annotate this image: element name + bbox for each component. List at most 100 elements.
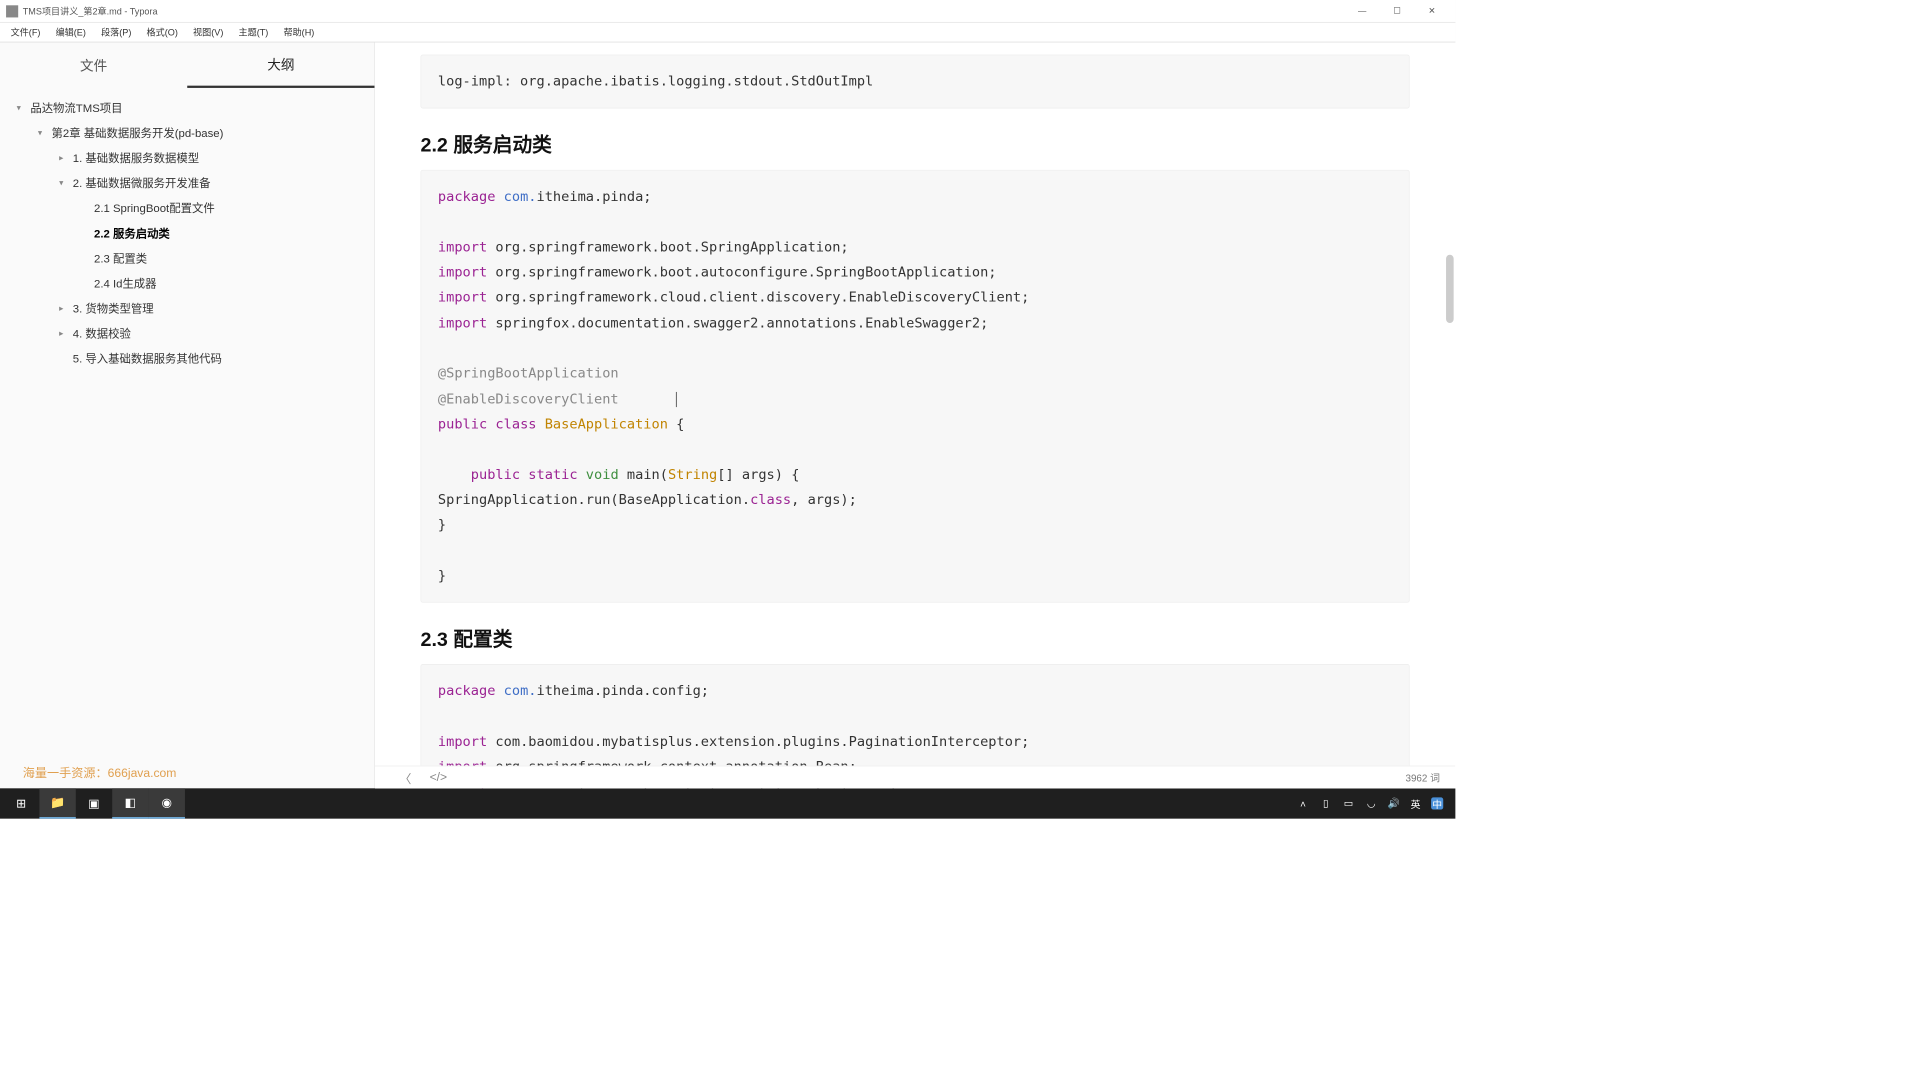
outline-label: 2.1 SpringBoot配置文件 bbox=[94, 200, 215, 216]
sidebar: 文件 大纲 ▾品达物流TMS项目 ▾第2章 基础数据服务开发(pd-base) … bbox=[0, 42, 375, 788]
menu-paragraph[interactable]: 段落(P) bbox=[93, 23, 138, 40]
code-text: SpringApplication.run(BaseApplication. bbox=[438, 492, 750, 508]
code-fragment-top[interactable]: log-impl: org.apache.ibatis.logging.stdo… bbox=[421, 55, 1410, 109]
pkg: com. bbox=[504, 189, 537, 205]
app-icon bbox=[6, 5, 18, 17]
outline-label: 第2章 基础数据服务开发(pd-base) bbox=[52, 125, 224, 141]
outline-s1[interactable]: ▸1. 基础数据服务数据模型 bbox=[0, 146, 374, 171]
menu-theme[interactable]: 主题(T) bbox=[231, 23, 276, 40]
kw-import: import bbox=[438, 315, 487, 331]
code-text: } bbox=[438, 568, 446, 584]
kw-import: import bbox=[438, 733, 487, 749]
task-app1[interactable]: ▣ bbox=[76, 788, 112, 818]
outline-s2-2[interactable]: 2.2 服务启动类 bbox=[0, 221, 374, 246]
text-cursor bbox=[676, 392, 677, 407]
tab-outline[interactable]: 大纲 bbox=[187, 42, 374, 87]
word-count[interactable]: 3962 词 bbox=[1406, 770, 1441, 784]
kw-class-lit: class bbox=[750, 492, 791, 508]
tray-battery-icon[interactable]: ▯ bbox=[1320, 797, 1332, 809]
code-text: org.springframework.boot.SpringApplicati… bbox=[487, 239, 848, 255]
tab-files[interactable]: 文件 bbox=[0, 42, 187, 87]
code-text: { bbox=[668, 416, 684, 432]
classname: BaseApplication bbox=[545, 416, 668, 432]
window-title: TMS项目讲义_第2章.md - Typora bbox=[23, 5, 1345, 18]
tray-ime-cn[interactable]: 中 bbox=[1431, 797, 1443, 809]
heading-2-3[interactable]: 2.3 配置类 bbox=[421, 624, 1410, 652]
outline-s2[interactable]: ▾2. 基础数据微服务开发准备 bbox=[0, 171, 374, 196]
chevron-down-icon: ▾ bbox=[59, 178, 70, 188]
annotation: @EnableDiscoveryClient bbox=[438, 391, 619, 407]
nav-back-button[interactable]: 〈 bbox=[390, 768, 420, 786]
menu-edit[interactable]: 编辑(E) bbox=[48, 23, 93, 40]
outline-s2-1[interactable]: 2.1 SpringBoot配置文件 bbox=[0, 196, 374, 221]
tray-chevron-icon[interactable]: ˄ bbox=[1297, 797, 1309, 809]
tray-volume-icon[interactable]: 🔊 bbox=[1388, 797, 1400, 809]
outline-label: 3. 货物类型管理 bbox=[73, 300, 154, 316]
outline-label: 1. 基础数据服务数据模型 bbox=[73, 150, 199, 166]
code-text: springfox.documentation.swagger2.annotat… bbox=[487, 315, 988, 331]
outline-label: 2. 基础数据微服务开发准备 bbox=[73, 175, 211, 191]
outline-s2-4[interactable]: 2.4 Id生成器 bbox=[0, 271, 374, 296]
outline-chapter[interactable]: ▾第2章 基础数据服务开发(pd-base) bbox=[0, 121, 374, 146]
menu-file[interactable]: 文件(F) bbox=[3, 23, 48, 40]
chevron-down-icon: ▾ bbox=[17, 103, 28, 113]
code-text: log-impl: org.apache.ibatis.logging.stdo… bbox=[438, 74, 873, 90]
tray-wifi-icon[interactable]: ◡ bbox=[1365, 797, 1377, 809]
code-text: org.springframework.boot.autoconfigure.S… bbox=[487, 265, 996, 281]
kw-import: import bbox=[438, 290, 487, 306]
kw-import: import bbox=[438, 239, 487, 255]
outline-label: 品达物流TMS项目 bbox=[30, 100, 122, 116]
editor-content[interactable]: log-impl: org.apache.ibatis.logging.stdo… bbox=[375, 42, 1455, 788]
system-tray[interactable]: ˄ ▯ ▭ ◡ 🔊 英 中 bbox=[1288, 796, 1452, 810]
tray-network-icon[interactable]: ▭ bbox=[1342, 797, 1354, 809]
scrollbar-thumb[interactable] bbox=[1446, 255, 1454, 323]
menu-help[interactable]: 帮助(H) bbox=[276, 23, 322, 40]
heading-2-2[interactable]: 2.2 服务启动类 bbox=[421, 130, 1410, 158]
code-text: com.baomidou.mybatisplus.extension.plugi… bbox=[487, 733, 1029, 749]
chevron-right-icon: ▸ bbox=[59, 328, 70, 338]
code-text: [] args) { bbox=[717, 467, 799, 483]
menubar: 文件(F) 编辑(E) 段落(P) 格式(O) 视图(V) 主题(T) 帮助(H… bbox=[0, 23, 1455, 43]
kw-void: void bbox=[586, 467, 619, 483]
outline-s2-3[interactable]: 2.3 配置类 bbox=[0, 246, 374, 271]
outline-tree[interactable]: ▾品达物流TMS项目 ▾第2章 基础数据服务开发(pd-base) ▸1. 基础… bbox=[0, 88, 374, 755]
kw-public: public bbox=[438, 416, 487, 432]
kw-import: import bbox=[438, 265, 487, 281]
outline-label: 4. 数据校验 bbox=[73, 325, 131, 341]
kw-package: package bbox=[438, 189, 496, 205]
outline-s5[interactable]: 5. 导入基础数据服务其他代码 bbox=[0, 346, 374, 371]
statusbar: 〈 </> 3962 词 bbox=[375, 766, 1455, 789]
taskbar[interactable]: ⊞ 📁 ▣ ◧ ◉ ˄ ▯ ▭ ◡ 🔊 英 中 bbox=[0, 788, 1455, 818]
titlebar: TMS项目讲义_第2章.md - Typora — ☐ ✕ bbox=[0, 0, 1455, 23]
outline-label: 5. 导入基础数据服务其他代码 bbox=[73, 350, 222, 366]
outline-root[interactable]: ▾品达物流TMS项目 bbox=[0, 96, 374, 121]
minimize-button[interactable]: — bbox=[1345, 0, 1380, 22]
code-text: itheima.pinda; bbox=[537, 189, 652, 205]
close-button[interactable]: ✕ bbox=[1414, 0, 1449, 22]
source-mode-button[interactable]: </> bbox=[421, 771, 457, 785]
start-button[interactable]: ⊞ bbox=[3, 788, 39, 818]
kw-static: static bbox=[529, 467, 578, 483]
kw-package: package bbox=[438, 683, 496, 699]
maximize-button[interactable]: ☐ bbox=[1380, 0, 1415, 22]
tray-ime-en[interactable]: 英 bbox=[1411, 796, 1421, 810]
chevron-down-icon: ▾ bbox=[38, 128, 49, 138]
outline-s3[interactable]: ▸3. 货物类型管理 bbox=[0, 296, 374, 321]
code-text: , args); bbox=[791, 492, 857, 508]
menu-format[interactable]: 格式(O) bbox=[139, 23, 185, 40]
task-app2[interactable]: ◧ bbox=[112, 788, 148, 818]
code-block-1[interactable]: package com.itheima.pinda; import org.sp… bbox=[421, 170, 1410, 603]
task-chrome[interactable]: ◉ bbox=[149, 788, 185, 818]
task-explorer[interactable]: 📁 bbox=[39, 788, 75, 818]
code-text: main( bbox=[619, 467, 668, 483]
outline-label: 2.2 服务启动类 bbox=[94, 225, 170, 241]
outline-s4[interactable]: ▸4. 数据校验 bbox=[0, 321, 374, 346]
chevron-right-icon: ▸ bbox=[59, 303, 70, 313]
outline-label: 2.4 Id生成器 bbox=[94, 275, 157, 291]
code-text: } bbox=[438, 517, 446, 533]
code-text: itheima.pinda.config; bbox=[537, 683, 710, 699]
menu-view[interactable]: 视图(V) bbox=[185, 23, 230, 40]
watermark-text: 海量一手资源：666java.com bbox=[0, 755, 374, 788]
outline-label: 2.3 配置类 bbox=[94, 250, 147, 266]
chevron-right-icon: ▸ bbox=[59, 153, 70, 163]
